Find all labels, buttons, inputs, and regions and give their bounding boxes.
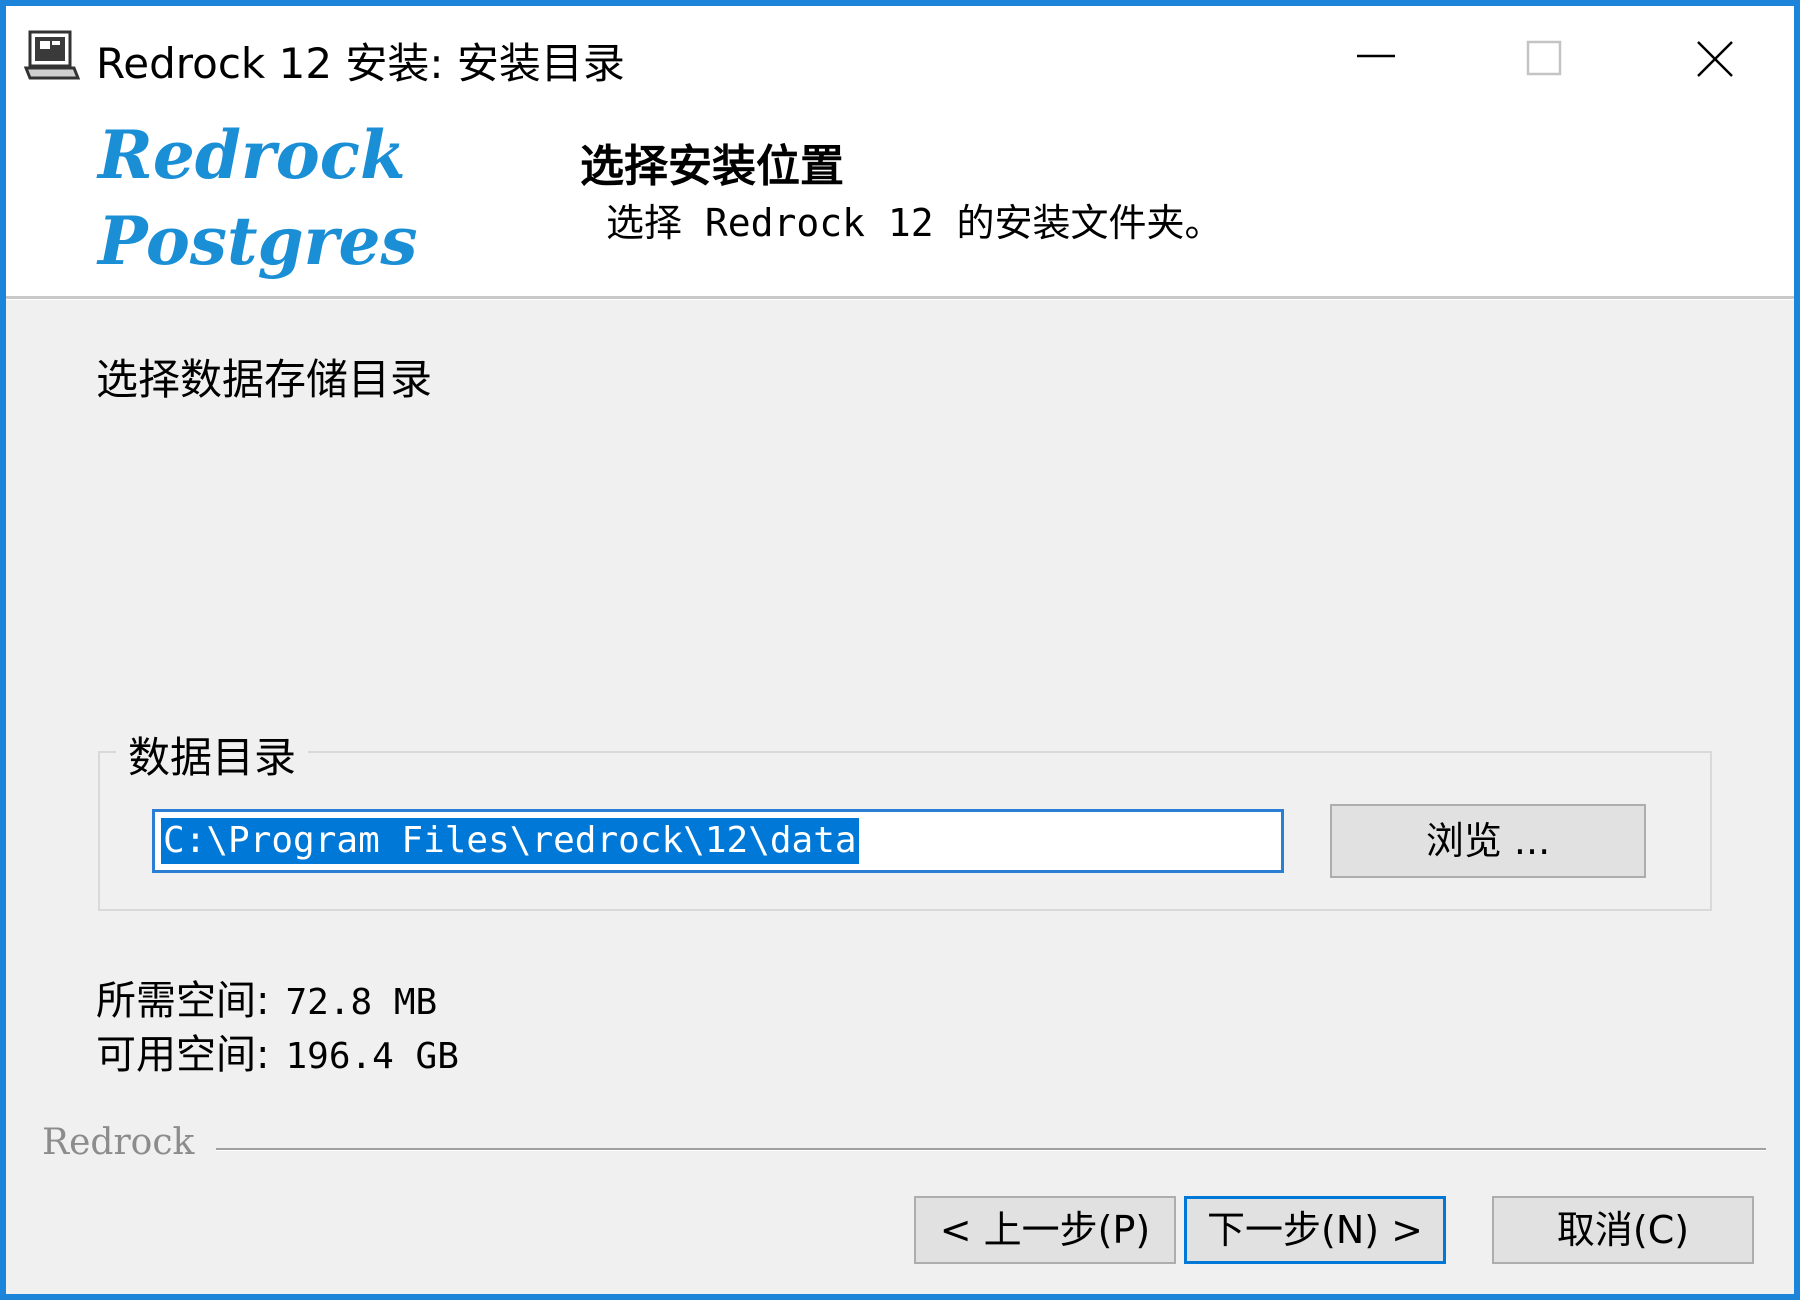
next-button[interactable]: 下一步(N) > <box>1184 1196 1446 1264</box>
data-directory-input[interactable]: C:\Program Files\redrock\12\data <box>152 809 1284 873</box>
maximize-icon <box>1526 40 1562 76</box>
cancel-button[interactable]: 取消(C) <box>1492 1196 1754 1264</box>
maximize-button[interactable] <box>1466 6 1626 104</box>
footer-brand: Redrock <box>42 1122 195 1163</box>
page-subtitle: 选择 Redrock 12 的安装文件夹。 <box>606 201 1223 245</box>
redrock-postgres-logo: Redrock Postgres <box>94 114 494 284</box>
available-space-row: 可用空间: 196.4 GB <box>96 1022 459 1080</box>
installer-app-icon <box>23 28 81 84</box>
section-label: 选择数据存储目录 <box>96 355 433 404</box>
available-space-label: 可用空间: <box>96 1032 270 1078</box>
footer-divider <box>216 1148 1766 1151</box>
logo-line1: Redrock <box>96 116 406 194</box>
header-divider <box>6 296 1794 300</box>
close-icon <box>1697 41 1733 77</box>
browse-button[interactable]: 浏览 ... <box>1330 804 1646 878</box>
data-directory-group-label: 数据目录 <box>116 724 309 785</box>
available-space-value: 196.4 GB <box>285 1036 459 1077</box>
close-button[interactable] <box>1636 6 1794 104</box>
installer-window: Redrock 12 安装: 安装目录 Redrock Postgres 选择安… <box>0 0 1800 1300</box>
data-directory-value: C:\Program Files\redrock\12\data <box>161 818 859 864</box>
back-button[interactable]: < 上一步(P) <box>914 1196 1176 1264</box>
window-title: Redrock 12 安装: 安装目录 <box>96 39 625 88</box>
minimize-button[interactable] <box>1296 6 1456 104</box>
required-space-label: 所需空间: <box>96 978 270 1024</box>
required-space-value: 72.8 MB <box>285 982 438 1023</box>
logo-line2: Postgres <box>96 202 418 280</box>
required-space-row: 所需空间: 72.8 MB <box>96 968 437 1026</box>
minimize-icon <box>1357 54 1395 58</box>
title-bar: Redrock 12 安装: 安装目录 <box>6 6 1794 104</box>
page-title: 选择安装位置 <box>580 141 844 192</box>
